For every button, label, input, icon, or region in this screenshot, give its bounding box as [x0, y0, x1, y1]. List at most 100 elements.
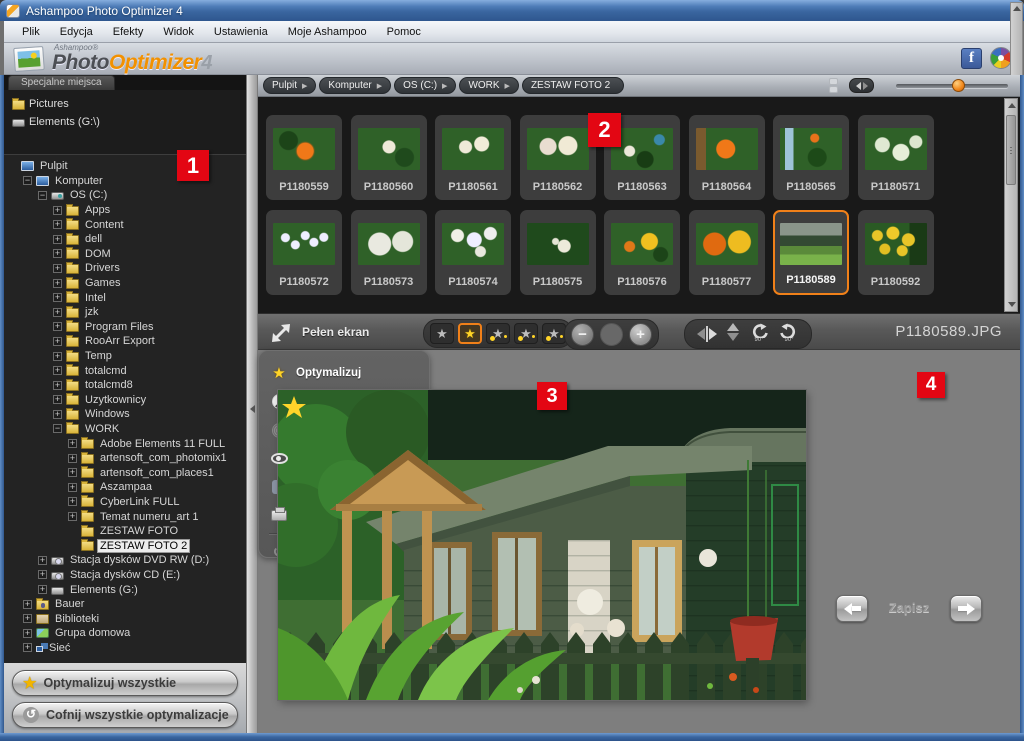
zoom-in-button[interactable]: +	[629, 323, 652, 346]
tree-item[interactable]: +Temp	[4, 349, 246, 364]
scroll-up-icon[interactable]	[1008, 103, 1016, 108]
thumbnail-P1180559[interactable]: P1180559	[266, 115, 342, 200]
thumbnail-P1180571[interactable]: P1180571	[858, 115, 934, 200]
panel-splitter[interactable]	[246, 75, 258, 733]
menu-item-ustawienia[interactable]: Ustawienia	[204, 24, 278, 40]
tree-item[interactable]: ZESTAW FOTO 2	[4, 538, 246, 553]
plus-expander-icon[interactable]: +	[68, 497, 77, 506]
thumbnail-P1180589[interactable]: P1180589	[773, 210, 849, 295]
thumbnail-P1180574[interactable]: P1180574	[435, 210, 511, 295]
plus-expander-icon[interactable]: +	[68, 454, 77, 463]
thumbnail-P1180572[interactable]: P1180572	[266, 210, 342, 295]
menu-item-efekty[interactable]: Efekty	[103, 24, 154, 40]
breadcrumb-pulpit[interactable]: Pulpit▶	[263, 77, 316, 94]
menu-item-edycja[interactable]: Edycja	[50, 24, 103, 40]
tree-item[interactable]: −WORK	[4, 422, 246, 437]
optimize-all-button[interactable]: ★ Optymalizuj wszystkie	[12, 670, 238, 696]
tree-item[interactable]: +DOM	[4, 247, 246, 262]
thumbnail-P1180577[interactable]: P1180577	[689, 210, 765, 295]
plus-expander-icon[interactable]: +	[38, 585, 47, 594]
title-bar[interactable]: Ashampoo Photo Optimizer 4	[0, 0, 1024, 21]
breadcrumb-os-c-[interactable]: OS (C:)▶	[394, 77, 456, 94]
thumbnail-P1180564[interactable]: P1180564	[689, 115, 765, 200]
thumbnail-P1180560[interactable]: P1180560	[351, 115, 427, 200]
tree-item[interactable]: +artensoft_com_places1	[4, 465, 246, 480]
place-elements-g-[interactable]: Elements (G:\)	[4, 113, 246, 131]
layout-toggle-button[interactable]	[849, 78, 874, 93]
undo-all-button[interactable]: ↺ Cofnij wszystkie optymalizacje	[12, 702, 238, 728]
zoom-out-button[interactable]: −	[571, 323, 594, 346]
tree-item[interactable]: +CyberLink FULL	[4, 495, 246, 510]
plus-expander-icon[interactable]: +	[53, 352, 62, 361]
plus-expander-icon[interactable]: +	[53, 337, 62, 346]
tree-item[interactable]: +Intel	[4, 290, 246, 305]
plus-expander-icon[interactable]: +	[53, 235, 62, 244]
plus-expander-icon[interactable]: +	[68, 483, 77, 492]
menu-item-plik[interactable]: Plik	[12, 24, 50, 40]
plus-expander-icon[interactable]: +	[23, 643, 32, 652]
tree-item[interactable]: +RooArr Export	[4, 334, 246, 349]
thumbnail-scrollbar-thumb[interactable]	[1006, 115, 1016, 185]
tree-item[interactable]: −OS (C:)	[4, 188, 246, 203]
previous-photo-button[interactable]	[836, 595, 868, 622]
plus-expander-icon[interactable]: +	[68, 468, 77, 477]
thumbnail-P1180565[interactable]: P1180565	[773, 115, 849, 200]
thumbnail-P1180576[interactable]: P1180576	[604, 210, 680, 295]
tree-item[interactable]: +Stacja dysków CD (E:)	[4, 568, 246, 583]
plus-expander-icon[interactable]: +	[53, 206, 62, 215]
breadcrumb-zestaw-foto-2[interactable]: ZESTAW FOTO 2	[522, 77, 624, 94]
plus-expander-icon[interactable]: +	[53, 322, 62, 331]
slider-knob[interactable]	[952, 79, 965, 92]
plus-expander-icon[interactable]: +	[23, 614, 32, 623]
tree-item[interactable]: +Stacja dysków DVD RW (D:)	[4, 553, 246, 568]
plus-expander-icon[interactable]: +	[23, 629, 32, 638]
action-optymalizuj[interactable]: ★Optymalizuj	[259, 359, 429, 388]
tree-item[interactable]: +Drivers	[4, 261, 246, 276]
tree-item[interactable]: +Content	[4, 217, 246, 232]
breadcrumb-work[interactable]: WORK▶	[459, 77, 519, 94]
flip-vertical-button[interactable]	[727, 323, 739, 345]
tree-item[interactable]: Pulpit	[4, 159, 246, 174]
tree-item[interactable]: +Aszampaa	[4, 480, 246, 495]
tree-item[interactable]: +Elements (G:)	[4, 582, 246, 597]
tree-item[interactable]: +Adobe Elements 11 FULL	[4, 436, 246, 451]
breadcrumb-komputer[interactable]: Komputer▶	[319, 77, 391, 94]
plus-expander-icon[interactable]: +	[53, 381, 62, 390]
collapse-arrow-icon[interactable]	[250, 405, 255, 413]
minus-expander-icon[interactable]: −	[23, 176, 32, 185]
tree-item[interactable]: −Komputer	[4, 174, 246, 189]
plus-expander-icon[interactable]: +	[53, 249, 62, 258]
rating-star-1[interactable]: ★	[430, 323, 454, 344]
rotate-left-button[interactable]: 90°	[749, 323, 769, 345]
tree-item[interactable]: +Windows	[4, 407, 246, 422]
plus-expander-icon[interactable]: +	[38, 570, 47, 579]
tab-special-places[interactable]: Specjalne miejsca	[8, 75, 115, 90]
scroll-down-icon[interactable]	[1008, 302, 1016, 307]
tree-item[interactable]: +artensoft_com_photomix1	[4, 451, 246, 466]
thumbnail-P1180562[interactable]: P1180562	[520, 115, 596, 200]
thumbnail-P1180592[interactable]: P1180592	[858, 210, 934, 295]
plus-expander-icon[interactable]: +	[23, 600, 32, 609]
plus-expander-icon[interactable]: +	[53, 279, 62, 288]
plus-expander-icon[interactable]: +	[68, 439, 77, 448]
rating-star-4[interactable]: ★	[514, 323, 538, 344]
fullscreen-icon[interactable]	[268, 320, 294, 346]
rating-star-5[interactable]: ★	[542, 323, 566, 344]
tree-item[interactable]: +Temat numeru_art 1	[4, 509, 246, 524]
fullscreen-label[interactable]: Pełen ekran	[302, 325, 369, 339]
picasa-icon[interactable]	[990, 47, 1012, 69]
scroll-up-icon[interactable]	[1013, 6, 1021, 11]
tree-item[interactable]: +Program Files	[4, 320, 246, 335]
tree-item[interactable]: +dell	[4, 232, 246, 247]
preview-image[interactable]	[278, 390, 806, 700]
zoom-reset-button[interactable]	[600, 323, 623, 346]
flip-horizontal-button[interactable]	[697, 323, 717, 345]
place-pictures[interactable]: Pictures	[4, 95, 246, 113]
tree-item[interactable]: +Sieć	[4, 641, 246, 656]
rotate-right-button[interactable]: 90°	[779, 323, 799, 345]
tree-item[interactable]: +Apps	[4, 203, 246, 218]
next-photo-button[interactable]	[950, 595, 982, 622]
plus-expander-icon[interactable]: +	[38, 556, 47, 565]
tree-item[interactable]: +Biblioteki	[4, 611, 246, 626]
plus-expander-icon[interactable]: +	[68, 512, 77, 521]
